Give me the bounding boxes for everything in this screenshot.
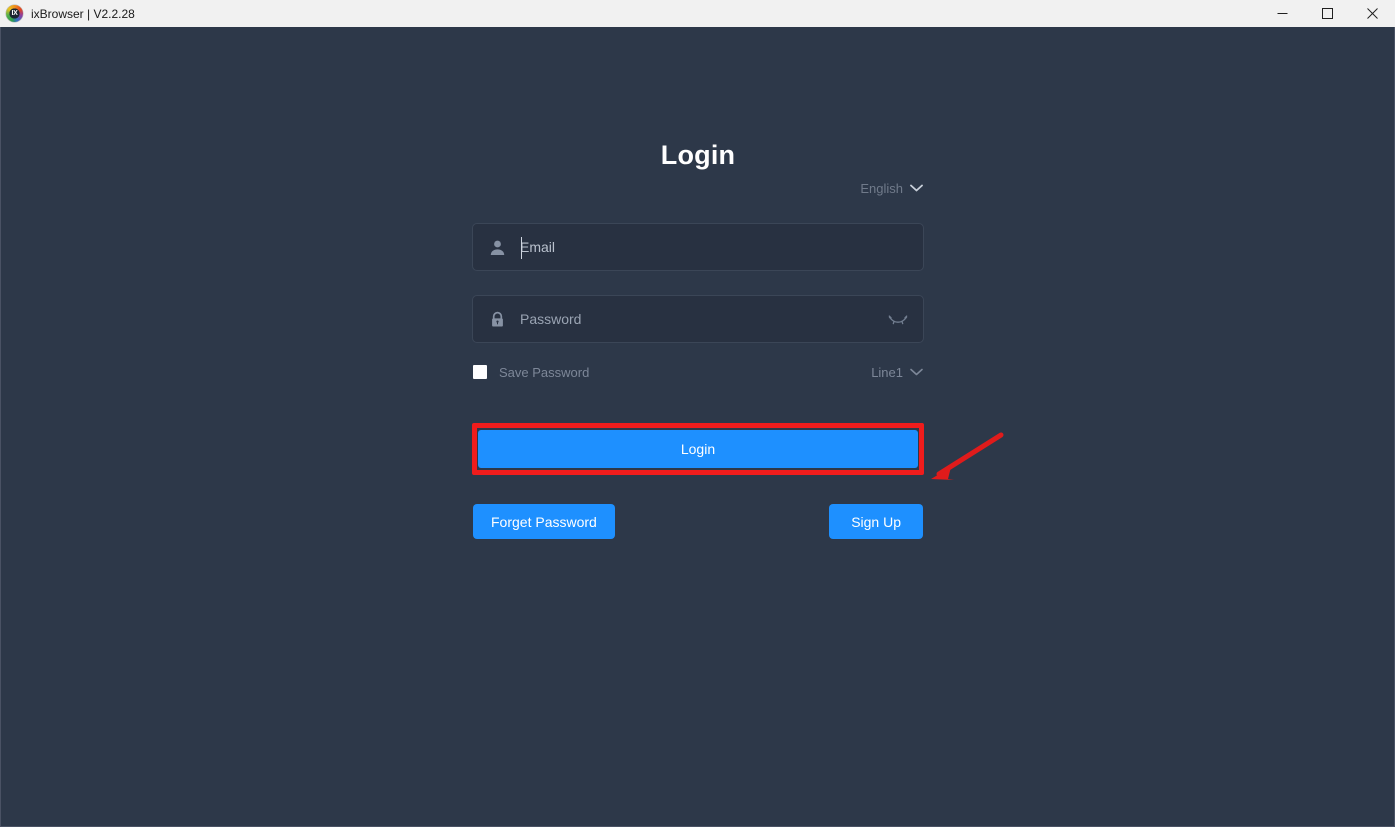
- forget-password-button[interactable]: Forget Password: [473, 504, 615, 539]
- sign-up-button[interactable]: Sign Up: [829, 504, 923, 539]
- maximize-icon: [1322, 8, 1333, 19]
- language-selector-label: English: [860, 180, 903, 196]
- window-title: ixBrowser | V2.2.28: [31, 6, 135, 21]
- login-screen: Login English Email Save Password Line1 …: [0, 27, 1395, 827]
- window-controls: [1260, 0, 1395, 27]
- login-panel: Login English Email Save Password Line1 …: [472, 137, 924, 539]
- email-input[interactable]: [520, 224, 909, 270]
- eye-off-icon[interactable]: [887, 308, 909, 330]
- lock-icon: [487, 309, 507, 329]
- arrow-annotation: [931, 432, 1004, 480]
- email-field-wrapper[interactable]: [472, 223, 924, 271]
- language-row: English: [472, 177, 924, 199]
- app-window: ixBrowser | V2.2.28: [0, 0, 1395, 827]
- maximize-button[interactable]: [1305, 0, 1350, 27]
- text-cursor: [521, 237, 522, 259]
- minimize-icon: [1277, 13, 1288, 14]
- password-field-wrapper[interactable]: [472, 295, 924, 343]
- save-password-checkbox[interactable]: Save Password: [473, 365, 589, 380]
- title-bar-left: ixBrowser | V2.2.28: [0, 5, 135, 22]
- save-password-label: Save Password: [499, 364, 590, 380]
- options-row: Save Password Line1: [472, 362, 924, 382]
- close-icon: [1367, 8, 1378, 19]
- ixbrowser-logo-icon: [6, 5, 23, 22]
- password-input[interactable]: [520, 296, 887, 342]
- user-icon: [487, 237, 507, 257]
- line-selector[interactable]: Line1: [871, 365, 923, 380]
- minimize-button[interactable]: [1260, 0, 1305, 27]
- secondary-actions-row: Forget Password Sign Up: [472, 504, 924, 539]
- title-bar: ixBrowser | V2.2.28: [0, 0, 1395, 27]
- language-selector[interactable]: English: [860, 181, 923, 196]
- close-button[interactable]: [1350, 0, 1395, 27]
- line-selector-label: Line1: [871, 364, 903, 380]
- chevron-down-icon: [910, 184, 923, 192]
- login-button[interactable]: Login: [478, 430, 918, 468]
- login-button-wrapper: Login: [472, 423, 924, 475]
- page-title: Login: [660, 140, 736, 170]
- chevron-down-icon: [910, 368, 923, 376]
- checkbox-box[interactable]: [473, 365, 487, 379]
